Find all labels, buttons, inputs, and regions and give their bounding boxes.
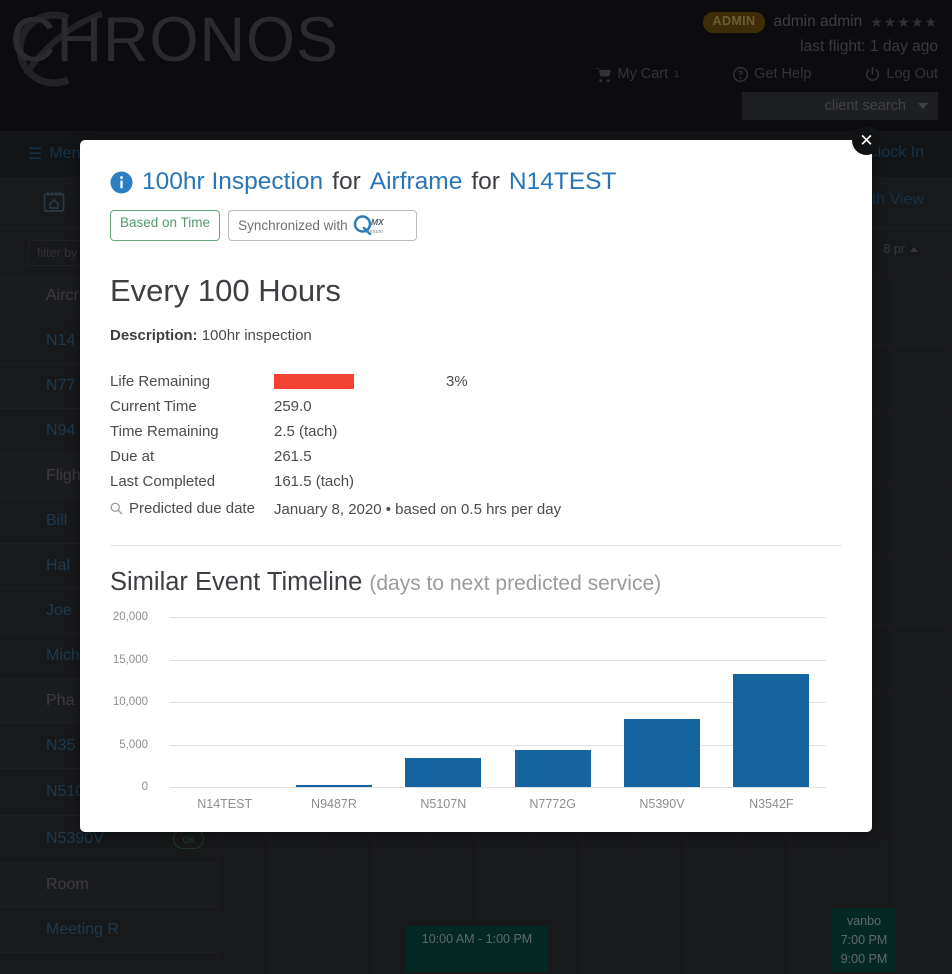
detail-row: Time Remaining 2.5 (tach)	[110, 419, 670, 444]
chart-bar[interactable]	[733, 673, 810, 787]
based-on-time-badge: Based on Time	[110, 210, 221, 241]
svg-text:MX: MX	[371, 217, 385, 227]
predicted-due-date-text: Predicted due date	[129, 500, 255, 517]
chart-y-tick-label: 0	[141, 781, 148, 793]
chart-title-sub: (days to next predicted service)	[369, 572, 662, 595]
predicted-due-date-row: Predicted due date January 8, 2020 • base…	[110, 494, 670, 523]
chart-x-tick-label: N3542F	[749, 797, 794, 811]
detail-value: 2.5 (tach)	[274, 423, 338, 440]
detail-value: 259.0	[274, 398, 312, 415]
detail-label: Due at	[110, 448, 155, 465]
chart-x-tick-label: N5107N	[420, 797, 467, 811]
chart-title-main: Similar Event Timeline	[110, 568, 363, 596]
chart-x-tick-label: N5390V	[639, 797, 685, 811]
info-circle-icon	[110, 170, 133, 194]
detail-value: 3%	[274, 369, 670, 394]
chart-bar[interactable]	[405, 757, 482, 787]
chart-title: Similar Event Timeline (days to next pre…	[110, 568, 842, 597]
modal-title-tailnumber: N14TEST	[508, 168, 617, 195]
modal-title-connector-2: for	[471, 168, 500, 195]
inspection-detail-modal: 100hr Inspection for Airframe for N14TES…	[80, 140, 872, 832]
chart-gridline	[170, 702, 826, 703]
predicted-due-date-label-cell: Predicted due date	[110, 494, 274, 523]
svg-text:uantum: uantum	[365, 229, 384, 235]
chart-bar[interactable]	[514, 750, 591, 787]
close-icon[interactable]: ✕	[852, 126, 881, 155]
life-remaining-percent: 3%	[446, 373, 468, 390]
badge-row: Based on Time Synchronized with MX uantu…	[110, 210, 842, 241]
chart-y-tick-label: 10,000	[112, 696, 148, 708]
chart-y-tick-label: 15,000	[112, 653, 148, 666]
chart-plot-area: 0 5,000 10,000 15,000 20,000	[113, 611, 826, 793]
modal-title-component: Airframe	[369, 168, 463, 195]
description-label: Description:	[110, 327, 198, 344]
detail-table: Life Remaining 3% Current Time 259.0 Time Re…	[110, 369, 670, 523]
life-bar-track	[274, 374, 436, 389]
chart-gridline	[170, 659, 826, 661]
predicted-due-date-value: January 8, 2020 • based on 0.5 hrs per d…	[274, 501, 562, 518]
chart-bar[interactable]	[624, 718, 700, 787]
detail-label: Time Remaining	[110, 423, 219, 440]
detail-label: Current Time	[110, 398, 197, 415]
chart-x-tick-label: N7772G	[529, 797, 576, 811]
description-row: Description: 100hr inspection	[110, 327, 842, 344]
modal-title-connector-1: for	[332, 168, 361, 195]
similar-event-timeline-chart: 0 5,000 10,000 15,000 20,000 N14TEST N9487R N5…	[110, 607, 842, 832]
predicted-due-date-label: Predicted due date	[110, 500, 255, 517]
chart-x-tick-label: N9487R	[311, 797, 357, 811]
modal-title: 100hr Inspection for Airframe for N14TES…	[110, 168, 842, 196]
qmx-quantum-logo: MX uantum	[353, 215, 407, 235]
chart-bar[interactable]	[296, 785, 372, 787]
chart-gridline	[170, 787, 826, 788]
section-divider	[110, 545, 842, 546]
chart-x-axis-labels: N14TEST N9487R N5107N N7772G N5390V N3542F	[170, 797, 826, 811]
life-remaining-bar: 3%	[274, 373, 670, 390]
chart-gridline	[170, 744, 826, 746]
modal-title-event: 100hr Inspection	[142, 168, 324, 195]
chart-gridline	[170, 617, 826, 618]
detail-row: Last Completed 161.5 (tach)	[110, 469, 670, 494]
synchronized-badge-label: Synchronized with	[238, 217, 348, 233]
detail-label: Last Completed	[110, 473, 216, 490]
detail-row: Life Remaining 3%	[110, 369, 670, 394]
detail-value: 161.5 (tach)	[274, 473, 355, 490]
detail-row: Current Time 259.0	[110, 394, 670, 419]
description-value: 100hr inspection	[201, 327, 312, 344]
synchronized-badge: Synchronized with MX uantum	[228, 210, 417, 241]
detail-row: Due at 261.5	[110, 444, 670, 469]
life-bar-fill	[274, 374, 354, 389]
detail-label: Life Remaining	[110, 373, 211, 390]
page-title: Every 100 Hours	[110, 273, 341, 308]
detail-value: 261.5	[274, 448, 312, 465]
chart-y-tick-label: 5,000	[119, 738, 148, 751]
chart-x-tick-label: N14TEST	[197, 797, 253, 811]
magnifier-icon	[110, 502, 123, 515]
chart-y-tick-label: 20,000	[112, 611, 148, 623]
